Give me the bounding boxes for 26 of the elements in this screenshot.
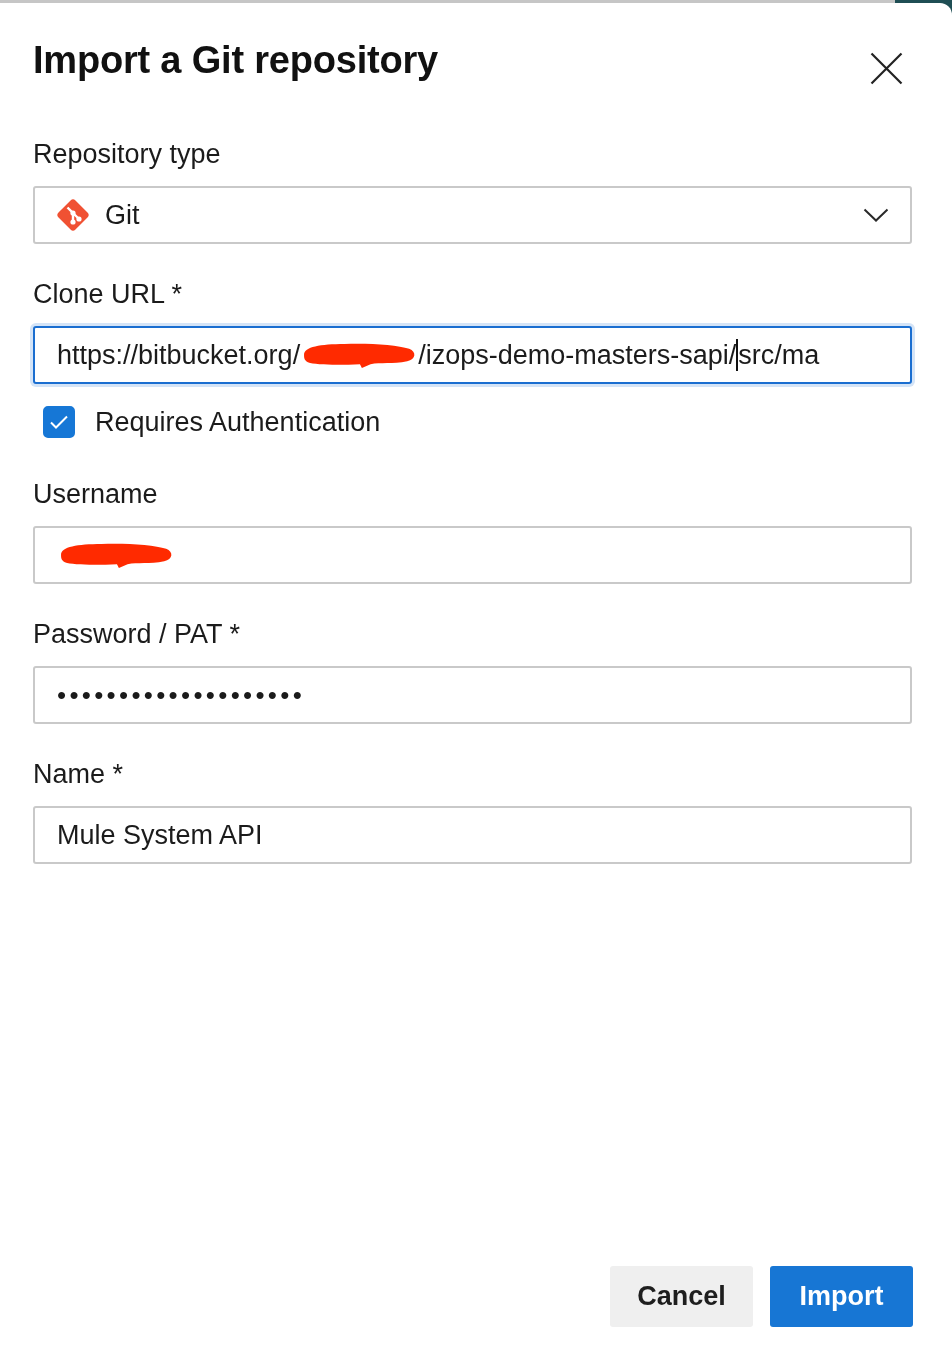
checkbox[interactable]: [43, 406, 75, 438]
close-button[interactable]: [870, 52, 903, 85]
close-icon: [870, 52, 903, 85]
input-field[interactable]: Mule System API: [33, 806, 912, 864]
dropdown-value: Git: [105, 199, 140, 231]
field-label: Repository type: [33, 138, 222, 170]
field-label: Clone URL *: [33, 278, 184, 310]
chevron-down-icon: [863, 208, 889, 222]
field-value: Mule System API: [57, 819, 263, 851]
cancel-button[interactable]: Cancel: [610, 1266, 753, 1327]
input-field[interactable]: https://bitbucket.org/ /izops-demo-masters-sapi/src/ma: [33, 326, 912, 384]
field-value: ••••••••••••••••••••: [57, 679, 306, 711]
text-cursor: [736, 339, 739, 371]
input-field[interactable]: [33, 526, 912, 584]
field-label: Password / PAT *: [33, 618, 242, 650]
input-field[interactable]: ••••••••••••••••••••: [33, 666, 912, 724]
field-value: https://bitbucket.org/: [57, 339, 301, 371]
dialog-title: Import a Git repository: [33, 38, 438, 83]
field-value: src/ma: [738, 339, 820, 371]
checkmark-icon: [50, 415, 68, 429]
field-label: Username: [33, 478, 159, 510]
dropdown[interactable]: Git: [33, 186, 912, 244]
field-value: /izops-demo-masters-sapi/: [418, 339, 737, 371]
field-label: Name *: [33, 758, 125, 790]
import-button[interactable]: Import: [770, 1266, 913, 1327]
checkbox-label[interactable]: Requires Authentication: [95, 406, 381, 438]
